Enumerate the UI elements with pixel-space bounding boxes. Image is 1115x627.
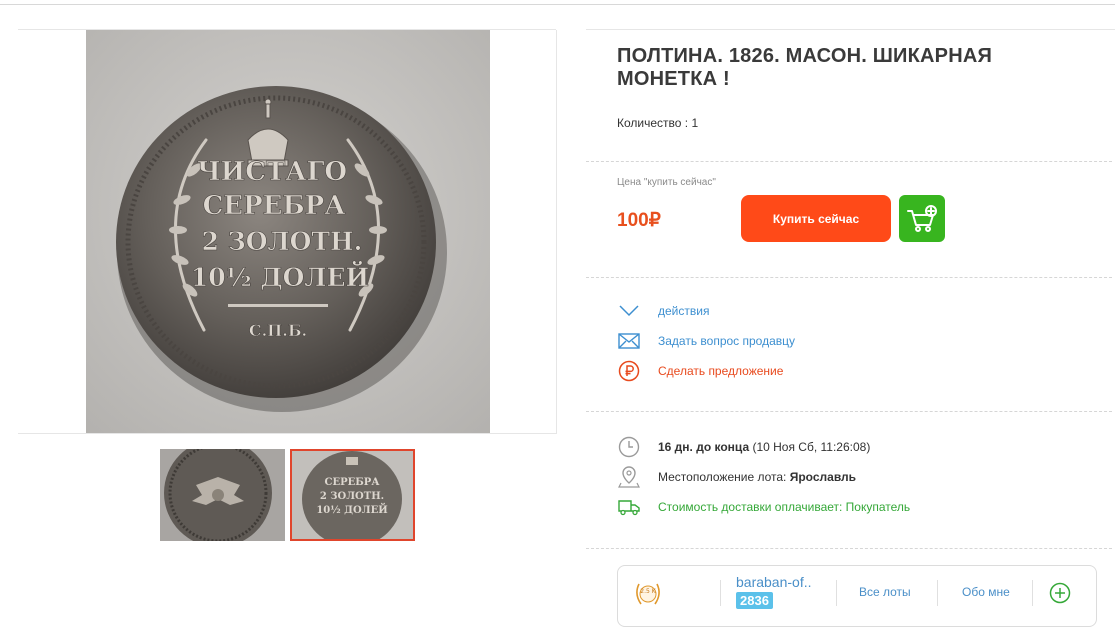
cart-plus-icon bbox=[907, 205, 937, 232]
envelope-icon bbox=[618, 330, 640, 352]
dashed-divider bbox=[586, 411, 1112, 412]
shipping-info: Стоимость доставки оплачивает: Покупател… bbox=[658, 500, 911, 514]
coin-legend-line: 10½ ДОЛЕЙ bbox=[191, 261, 369, 292]
coin-reverse-image: ЧИСТАГО СЕРЕБРА 2 ЗОЛОТН. 10½ ДОЛЕЙ С.П.… bbox=[86, 30, 490, 433]
seller-badge-icon: 2.5 K bbox=[633, 578, 663, 608]
add-to-cart-button[interactable] bbox=[899, 195, 945, 242]
main-image[interactable]: ЧИСТАГО СЕРЕБРА 2 ЗОЛОТН. 10½ ДОЛЕЙ С.П.… bbox=[86, 30, 490, 433]
location-label: Местоположение лота: bbox=[658, 470, 790, 484]
time-left-row: 16 дн. до конца (10 Ноя Сб, 11:26:08) bbox=[618, 435, 870, 459]
actions-dropdown[interactable]: действия bbox=[618, 300, 709, 322]
chevron-down-icon bbox=[618, 300, 640, 322]
price-label: Цена "купить сейчас" bbox=[617, 177, 716, 188]
dashed-divider bbox=[586, 548, 1112, 549]
divider bbox=[937, 580, 938, 606]
time-left: 16 дн. до конца bbox=[658, 440, 750, 454]
thumbnail-reverse[interactable]: СЕРЕБРА 2 ЗОЛОТН. 10½ ДОЛЕЙ bbox=[290, 449, 415, 541]
about-seller-link[interactable]: Обо мне bbox=[962, 585, 1010, 599]
clock-icon bbox=[618, 435, 640, 459]
top-divider bbox=[0, 4, 1115, 5]
coin-obverse-thumbnail bbox=[160, 449, 285, 541]
coin-legend-line: 10½ ДОЛЕЙ bbox=[316, 503, 387, 516]
coin-legend-line: СЕРЕБРА bbox=[203, 191, 346, 221]
thumbnail-obverse[interactable] bbox=[160, 449, 285, 541]
coin-legend-line: СЕРЕБРА bbox=[325, 477, 381, 488]
location-pin-icon bbox=[618, 465, 640, 489]
lot-title: ПОЛТИНА. 1826. МАСОН. ШИКАРНАЯ МОНЕТКА ! bbox=[617, 45, 993, 90]
coin-legend-line: 2 ЗОЛОТН. bbox=[202, 227, 363, 256]
divider bbox=[586, 29, 1115, 30]
location-value: Ярославль bbox=[789, 470, 857, 484]
shipping-row: Стоимость доставки оплачивает: Покупател… bbox=[618, 495, 910, 519]
dashed-divider bbox=[586, 277, 1112, 278]
make-offer-link[interactable]: Сделать предложение bbox=[618, 360, 783, 382]
truck-icon bbox=[618, 495, 640, 519]
divider bbox=[720, 580, 721, 606]
coin-legend-line: С.П.Б. bbox=[249, 321, 307, 340]
plus-circle-icon bbox=[1049, 582, 1071, 604]
actions-label: действия bbox=[658, 304, 710, 318]
quantity-label: Количество : 1 bbox=[617, 116, 699, 130]
location-row: Местоположение лота: Ярославль bbox=[618, 465, 856, 489]
buy-now-button[interactable]: Купить сейчас bbox=[741, 195, 891, 242]
seller-card bbox=[617, 565, 1097, 627]
seller-name-link[interactable]: baraban-of.. bbox=[736, 574, 812, 590]
coin-reverse-thumbnail: СЕРЕБРА 2 ЗОЛОТН. 10½ ДОЛЕЙ bbox=[292, 451, 413, 539]
coin-legend-line: ЧИСТАГО bbox=[197, 157, 347, 187]
price-value: 100₽ bbox=[617, 210, 661, 231]
seller-rating-badge: 2836 bbox=[736, 592, 773, 609]
dashed-divider bbox=[586, 161, 1112, 162]
ask-seller-label: Задать вопрос продавцу bbox=[658, 334, 796, 348]
seller-badge-text: 2.5 K bbox=[640, 588, 656, 595]
divider bbox=[836, 580, 837, 606]
end-date: (10 Ноя Сб, 11:26:08) bbox=[749, 440, 871, 454]
divider bbox=[1032, 580, 1033, 606]
ask-seller-link[interactable]: Задать вопрос продавцу bbox=[618, 330, 795, 352]
make-offer-label: Сделать предложение bbox=[658, 364, 784, 378]
ruble-icon bbox=[618, 360, 640, 382]
coin-legend-line: 2 ЗОЛОТН. bbox=[320, 491, 384, 502]
follow-seller-button[interactable] bbox=[1049, 582, 1071, 604]
all-lots-link[interactable]: Все лоты bbox=[859, 585, 911, 599]
